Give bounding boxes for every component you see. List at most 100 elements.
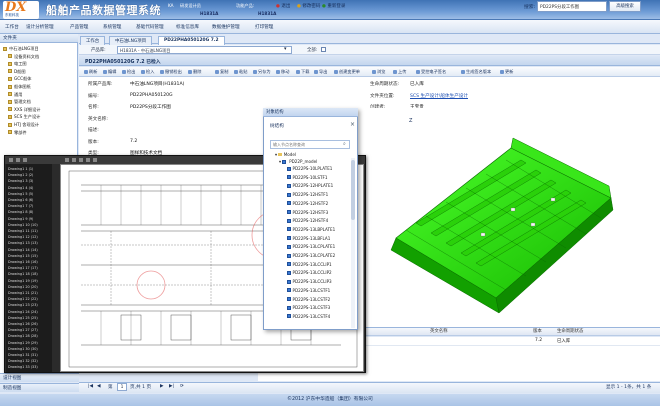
tab-0[interactable]: 工作台 (80, 36, 106, 45)
drawing-sheet-item[interactable]: Drawing1 29 (29) (8, 340, 38, 346)
relogin-link[interactable]: ● 重新登录 (322, 3, 345, 9)
close-icon[interactable]: × (350, 122, 355, 128)
checkbox-checked-icon[interactable] (287, 183, 291, 188)
menu-item-1[interactable]: 设计分析管理 (26, 24, 54, 30)
change-password-link[interactable]: ● 修改密码 (297, 3, 320, 9)
prop-right-value-1[interactable]: SCS 生产设计\船体生产设计 (410, 93, 468, 99)
drawing-sheet-item[interactable]: Drawing1 1 (1) (8, 166, 33, 172)
toolbar-button-7[interactable]: 粘贴 (234, 69, 247, 75)
checkbox-checked-icon[interactable] (287, 236, 291, 241)
tree-child-item[interactable]: PD22PS-12HSTF1 (287, 191, 328, 198)
drawing-sheet-item[interactable]: Drawing1 17 (17) (8, 265, 38, 271)
dialog-scrollbar-thumb[interactable] (351, 160, 355, 220)
sidebar-item-6[interactable]: 通用 (0, 91, 78, 98)
last-page-icon[interactable]: ▶| (169, 384, 174, 389)
toolbar-button-13[interactable]: 浏览 (372, 69, 385, 75)
model-viewer[interactable]: Z (361, 108, 655, 326)
drawing-sheet-item[interactable]: Drawing1 11 (11) (8, 228, 38, 234)
drawing-sheet-item[interactable]: Drawing1 8 (8) (8, 209, 33, 215)
tree-child-item[interactable]: PD22PS-12HSTF4 (287, 217, 328, 224)
checkbox-checked-icon[interactable] (287, 227, 291, 232)
toolbar-button-0[interactable]: 刷新 (84, 69, 97, 75)
tree-child-item[interactable]: PD22PS-13LCSTF3 (287, 304, 330, 311)
toolbar-button-3[interactable]: 检入 (141, 69, 154, 75)
menu-item-0[interactable]: 工作台 (5, 24, 19, 30)
toolbar-button-4[interactable]: 撤销检出 (160, 69, 182, 75)
drawing-sheet-item[interactable]: Drawing1 25 (25) (8, 315, 38, 321)
drawing-sheet-item[interactable]: Drawing1 10 (10) (8, 222, 38, 228)
prev-page-icon[interactable]: ◀ (97, 384, 101, 389)
checkbox-checked-icon[interactable] (287, 279, 291, 284)
drawing-sheet-item[interactable]: Drawing1 9 (9) (8, 216, 33, 222)
sidebar-item-1[interactable]: 设备资料文档 (0, 53, 78, 60)
checkbox-checked-icon[interactable] (287, 192, 291, 197)
checkbox-checked-icon[interactable] (287, 244, 291, 249)
checkbox-checked-icon[interactable] (287, 262, 291, 267)
tree-child-item[interactable]: PD22PS-10LSTF1 (287, 174, 327, 181)
tree-child-item[interactable]: PD22PS-13LCSTF4 (287, 313, 330, 320)
checkbox-checked-icon[interactable] (287, 305, 291, 310)
drawing-sheet-item[interactable]: Drawing1 14 (14) (8, 247, 38, 253)
dialog-titlebar[interactable]: 对象结构 (263, 108, 358, 117)
toolbar-button-10[interactable]: 下载 (296, 69, 309, 75)
checkbox-checked-icon[interactable] (287, 270, 291, 275)
checkbox-checked-icon[interactable] (287, 218, 291, 223)
menu-item-5[interactable]: 标准信息库 (176, 24, 199, 30)
next-page-icon[interactable]: ▶ (160, 384, 164, 389)
tree-child-item[interactable]: PD22PS-10LPLATE1 (287, 165, 332, 172)
checkbox-checked-icon[interactable] (287, 314, 291, 319)
design-view-accordion[interactable]: 设计视图 (0, 373, 79, 382)
checkbox-checked-icon[interactable] (282, 159, 287, 164)
checkbox-checked-icon[interactable] (287, 297, 291, 301)
toolbar-button-8[interactable]: 另存为 (253, 69, 271, 75)
sidebar-item-9[interactable]: SCS 生产设计 (0, 113, 78, 120)
toolbar-button-17[interactable]: 更新 (500, 69, 513, 75)
drawing-sheet-item[interactable]: Drawing1 3 (3) (8, 178, 33, 184)
toolbar-button-2[interactable]: 检出 (122, 69, 135, 75)
drawing-sheet-item[interactable]: Drawing1 4 (4) (8, 185, 33, 191)
all-checkbox[interactable] (321, 47, 326, 52)
sidebar-item-7[interactable]: 管理文档 (0, 98, 78, 105)
first-page-icon[interactable]: |◀ (88, 384, 93, 389)
drawing-sheet-item[interactable]: Drawing1 27 (27) (8, 327, 38, 333)
checkbox-checked-icon[interactable] (287, 288, 291, 293)
toolbar-button-11[interactable]: 导出 (314, 69, 327, 75)
grid-header-status[interactable]: 生命周期状态 (557, 328, 583, 334)
chevron-down-icon[interactable]: ▾ (284, 46, 287, 52)
drawing-sheet-item[interactable]: Drawing1 16 (16) (8, 259, 38, 265)
product-library-select[interactable]: H1831A - 中石油LNG项目 (117, 46, 292, 54)
toolbar-button-9[interactable]: 移动 (276, 69, 289, 75)
search-input[interactable] (537, 1, 607, 12)
drawing-sheet-item[interactable]: Drawing1 28 (28) (8, 333, 38, 339)
sidebar-item-2[interactable]: 电工图 (0, 60, 78, 67)
menu-item-6[interactable]: 数据维护管理 (212, 24, 240, 30)
logout-link[interactable]: ● 退出 (276, 3, 290, 9)
drawing-sheet-item[interactable]: Drawing1 22 (22) (8, 296, 38, 302)
checkbox-checked-icon[interactable] (287, 210, 291, 214)
drawing-sheet-item[interactable]: Drawing1 6 (6) (8, 197, 33, 203)
tree-child-item[interactable]: PD22PS-13LCCLIP1 (287, 261, 332, 268)
checkbox-checked-icon[interactable] (287, 175, 291, 180)
menu-item-2[interactable]: 产品管理 (70, 24, 88, 30)
tab-2[interactable]: PD22PHA050120G 7.2 (158, 36, 225, 45)
grid-header-version[interactable]: 版本 (533, 328, 542, 334)
tree-child-item[interactable]: PD22PS-13LCPLATE1 (287, 243, 335, 250)
expand-icon[interactable]: ▾ (275, 152, 277, 157)
tree-child-item[interactable]: PD22PS-12HPLATE1 (287, 182, 333, 189)
drawing-sheet-item[interactable]: Drawing1 15 (15) (8, 253, 38, 259)
tree-child-item[interactable]: PD22PS-12HSTF2 (287, 200, 328, 207)
sidebar-item-3[interactable]: D船图 (0, 68, 78, 75)
refresh-page-icon[interactable]: ⟳ (180, 384, 184, 389)
tree-node-model[interactable]: ▾ PD22P_model (279, 158, 317, 165)
tree-child-item[interactable]: PD22PS-13LCSTF2 (287, 296, 330, 303)
toolbar-button-6[interactable]: 复制 (215, 69, 228, 75)
sidebar-item-0[interactable]: 中石油LNG项目 (0, 45, 78, 52)
tab-1[interactable]: 中石油LNG项目 (109, 36, 153, 45)
sidebar-item-8[interactable]: XXS 详细设计 (0, 106, 78, 113)
toolbar-button-1[interactable]: 编辑 (103, 69, 116, 75)
drawing-sheet-item[interactable]: Drawing1 24 (24) (8, 309, 38, 315)
toolbar-button-5[interactable]: 删除 (188, 69, 201, 75)
tree-root[interactable]: ▾ Model (275, 151, 296, 158)
drawing-sheet-item[interactable]: Drawing1 32 (32) (8, 358, 38, 364)
grid-header-english-name[interactable]: 英文名称 (430, 328, 448, 334)
